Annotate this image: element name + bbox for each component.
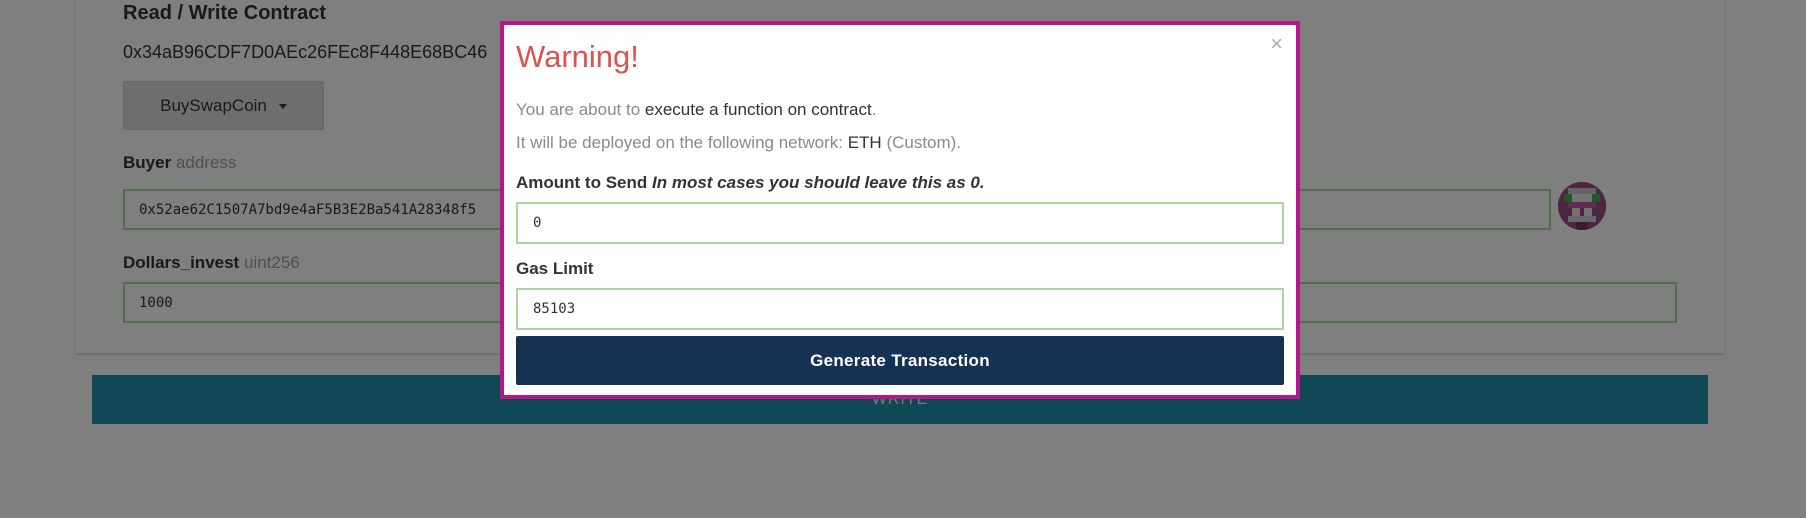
modal-title: Warning! bbox=[516, 39, 639, 74]
modal-execute-message: You are about to execute a function on c… bbox=[516, 100, 876, 120]
execute-message-prefix: You are about to bbox=[516, 100, 641, 119]
gas-limit-input[interactable] bbox=[516, 288, 1284, 330]
amount-label-text: Amount to Send bbox=[516, 173, 648, 192]
execute-message-emphasis: execute a function on contract bbox=[644, 100, 872, 119]
network-message-prefix: It will be deployed on the following net… bbox=[516, 133, 843, 152]
close-icon[interactable]: × bbox=[1270, 33, 1283, 55]
execute-message-suffix: . bbox=[871, 100, 877, 119]
generate-transaction-button[interactable]: Generate Transaction bbox=[516, 336, 1284, 385]
amount-hint: In most cases you should leave this as 0… bbox=[652, 173, 985, 192]
amount-input[interactable] bbox=[516, 202, 1284, 244]
network-message-suffix: (Custom). bbox=[886, 133, 962, 152]
modal-network-message: It will be deployed on the following net… bbox=[516, 133, 961, 153]
network-name: ETH bbox=[847, 133, 882, 152]
gas-limit-label: Gas Limit bbox=[516, 259, 594, 278]
amount-label: Amount to Send In most cases you should … bbox=[516, 173, 985, 193]
warning-modal: × Warning! You are about to execute a fu… bbox=[500, 21, 1300, 399]
